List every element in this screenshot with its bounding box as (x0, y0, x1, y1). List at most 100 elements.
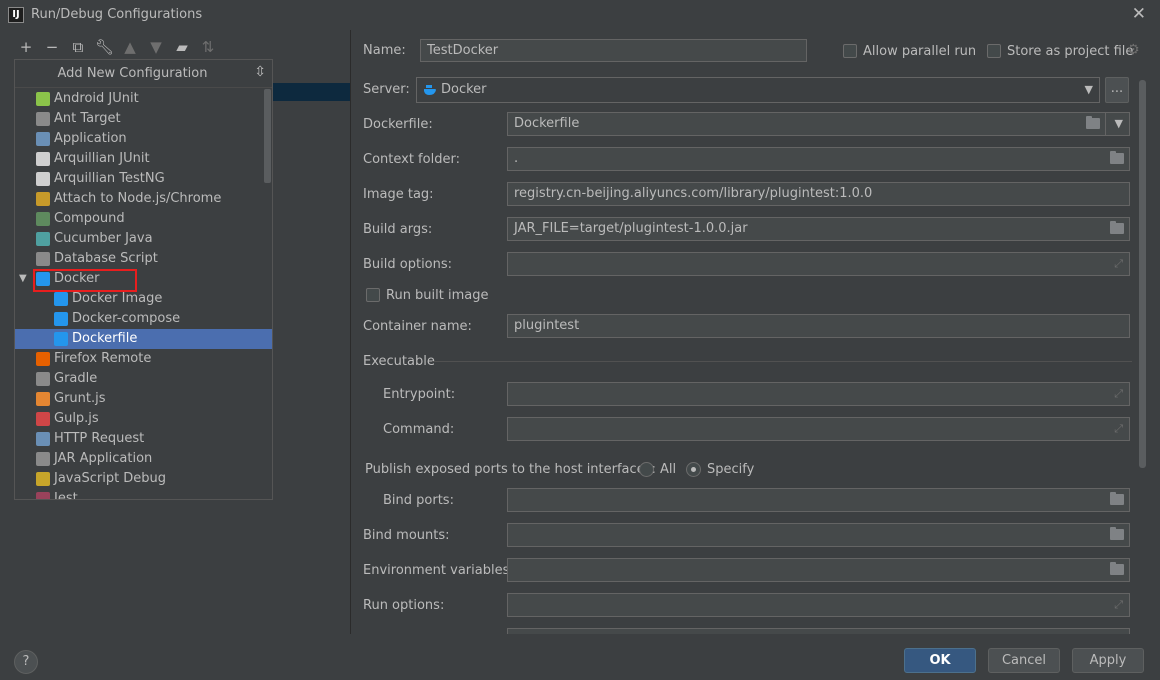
folder-add-icon[interactable]: ▰ (173, 38, 191, 56)
config-type-item[interactable]: Database Script (15, 249, 272, 269)
expand-arrow-icon[interactable]: ▼ (19, 269, 27, 289)
config-type-item[interactable]: JAR Application (15, 449, 272, 469)
collapse-icon[interactable]: ⇳ (254, 64, 266, 80)
config-type-label: Firefox Remote (54, 351, 152, 366)
config-type-item[interactable]: Compound (15, 209, 272, 229)
popup-scrollbar[interactable] (264, 89, 271, 183)
name-field[interactable]: TestDocker (420, 39, 807, 62)
bind-ports-field[interactable] (507, 488, 1130, 512)
publish-all-radio[interactable] (639, 462, 654, 477)
server-dropdown[interactable]: Docker ▼ (416, 77, 1100, 103)
config-type-item[interactable]: Jest (15, 489, 272, 499)
config-type-item[interactable]: Gradle (15, 369, 272, 389)
store-as-project-file-checkbox[interactable] (987, 44, 1001, 58)
build-options-field[interactable]: ⤢ (507, 252, 1130, 276)
minus-icon[interactable]: − (43, 38, 61, 56)
folder-icon[interactable] (1110, 151, 1124, 164)
command-field[interactable]: ⤢ (507, 417, 1130, 441)
bind-mounts-label: Bind mounts: (363, 528, 450, 543)
config-type-label: Gradle (54, 371, 98, 386)
gulp-icon (36, 412, 50, 426)
run-options-field[interactable]: ⤢ (507, 593, 1130, 617)
gear-icon[interactable]: ⚙ (1127, 42, 1140, 58)
container-name-field[interactable]: plugintest (507, 314, 1130, 338)
expand-icon[interactable]: ⤢ (1114, 258, 1123, 270)
config-type-item[interactable]: Gulp.js (15, 409, 272, 429)
build-options-label: Build options: (363, 257, 453, 272)
folder-icon[interactable] (1110, 221, 1124, 234)
image-tag-field[interactable]: registry.cn-beijing.aliyuncs.com/library… (507, 182, 1130, 206)
bind-ports-label: Bind ports: (383, 493, 454, 508)
sort-icon[interactable]: ⇅ (199, 38, 217, 56)
config-type-item[interactable]: Firefox Remote (15, 349, 272, 369)
help-button[interactable]: ? (14, 650, 38, 674)
config-type-label: Ant Target (54, 111, 121, 126)
bind-mounts-field[interactable] (507, 523, 1130, 547)
section-divider (432, 361, 1132, 362)
ok-button[interactable]: OK (904, 648, 976, 673)
config-type-item[interactable]: Arquillian TestNG (15, 169, 272, 189)
dockerfile-field[interactable]: Dockerfile (507, 112, 1106, 136)
config-type-item[interactable]: Attach to Node.js/Chrome (15, 189, 272, 209)
build-args-field[interactable]: JAR_FILE=target/plugintest-1.0.0.jar (507, 217, 1130, 241)
config-type-item[interactable]: Docker-compose (15, 309, 272, 329)
image-tag-label: Image tag: (363, 187, 434, 202)
config-type-item[interactable]: Arquillian JUnit (15, 149, 272, 169)
nodejs-icon (36, 192, 50, 206)
plus-icon[interactable]: + (17, 38, 35, 56)
config-type-item[interactable]: Android JUnit (15, 89, 272, 109)
context-folder-field[interactable]: . (507, 147, 1130, 171)
folder-icon[interactable] (1110, 527, 1124, 540)
window-title: Run/Debug Configurations (31, 7, 203, 22)
docker-icon (424, 85, 436, 95)
arrow-down-icon[interactable]: ▼ (147, 38, 165, 56)
config-type-item[interactable]: HTTP Request (15, 429, 272, 449)
expand-icon[interactable]: ⤢ (1114, 388, 1123, 400)
expand-icon[interactable]: ⤢ (1114, 423, 1123, 435)
config-type-item[interactable]: Grunt.js (15, 389, 272, 409)
config-type-label: Database Script (54, 251, 158, 266)
environment-variables-field[interactable] (507, 558, 1130, 582)
server-settings-button[interactable]: ... (1105, 77, 1129, 103)
environment-variables-label: Environment variables: (363, 563, 514, 578)
arrow-up-icon[interactable]: ▲ (121, 38, 139, 56)
allow-parallel-run-label: Allow parallel run (863, 44, 977, 59)
config-type-item[interactable]: Docker Image (15, 289, 272, 309)
folder-icon[interactable] (1086, 116, 1100, 129)
panel-divider[interactable] (350, 30, 351, 634)
expand-icon[interactable]: ⤢ (1114, 599, 1123, 611)
apply-button[interactable]: Apply (1072, 648, 1144, 673)
publish-specify-radio[interactable] (686, 462, 701, 477)
store-as-project-file-label: Store as project file (1007, 44, 1134, 59)
folder-icon[interactable] (1110, 562, 1124, 575)
copy-icon[interactable]: ⧉ (69, 38, 87, 56)
entrypoint-field[interactable]: ⤢ (507, 382, 1130, 406)
application-icon (36, 132, 50, 146)
config-type-item[interactable]: Dockerfile (15, 329, 272, 349)
dockerfile-label: Dockerfile: (363, 117, 433, 132)
entrypoint-label: Entrypoint: (383, 387, 456, 402)
folder-icon[interactable] (1110, 492, 1124, 505)
popup-header: Add New Configuration ⇳ (15, 60, 272, 88)
allow-parallel-run-checkbox[interactable] (843, 44, 857, 58)
tree-selected-row[interactable] (273, 83, 350, 101)
server-value: Docker (441, 82, 487, 97)
docker-icon (54, 312, 68, 326)
config-type-item[interactable]: Application (15, 129, 272, 149)
config-type-item[interactable]: Cucumber Java (15, 229, 272, 249)
cancel-button[interactable]: Cancel (988, 648, 1060, 673)
config-type-label: Cucumber Java (54, 231, 153, 246)
title-bar: IJ Run/Debug Configurations ✕ (0, 0, 1160, 30)
wrench-icon[interactable]: 🔧︎ (95, 38, 114, 56)
dockerfile-dropdown-button[interactable]: ▼ (1105, 112, 1130, 136)
close-icon[interactable]: ✕ (1132, 5, 1146, 23)
gradle-icon (36, 372, 50, 386)
cucumber-icon (36, 232, 50, 246)
intellij-logo-icon: IJ (8, 7, 24, 23)
config-type-label: HTTP Request (54, 431, 145, 446)
form-scrollbar[interactable] (1139, 80, 1146, 468)
run-built-image-checkbox[interactable] (366, 288, 380, 302)
name-value: TestDocker (427, 43, 499, 58)
config-type-item[interactable]: Ant Target (15, 109, 272, 129)
config-type-item[interactable]: JavaScript Debug (15, 469, 272, 489)
